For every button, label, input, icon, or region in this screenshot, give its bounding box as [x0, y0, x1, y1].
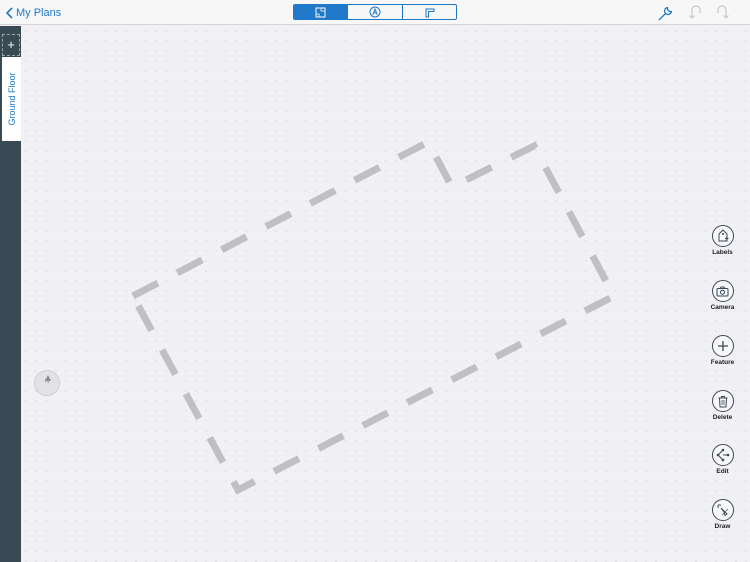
- edit-button-label: Edit: [716, 468, 729, 475]
- draw-button-label: Draw: [714, 523, 731, 530]
- delete-button-label: Delete: [712, 414, 733, 421]
- camera-button[interactable]: Camera: [706, 280, 739, 311]
- feature-button[interactable]: Feature: [706, 335, 739, 366]
- edit-button[interactable]: Edit: [706, 444, 739, 475]
- draw-pen-icon: [717, 504, 728, 517]
- room-outline[interactable]: [0, 0, 750, 562]
- feature-button-label: Feature: [710, 359, 735, 366]
- labels-button-label: Labels: [712, 249, 733, 256]
- edit-nodes-icon: [716, 448, 729, 462]
- delete-button[interactable]: Delete: [706, 390, 739, 421]
- draw-button[interactable]: Draw: [706, 499, 739, 530]
- tag-add-icon: [718, 229, 728, 242]
- compass-label: N: [44, 379, 50, 385]
- camera-icon: [716, 286, 729, 296]
- compass[interactable]: N: [34, 370, 60, 396]
- labels-button[interactable]: Labels: [706, 225, 739, 256]
- trash-icon: [718, 395, 727, 407]
- plus-icon: [717, 341, 728, 351]
- camera-button-label: Camera: [710, 304, 735, 311]
